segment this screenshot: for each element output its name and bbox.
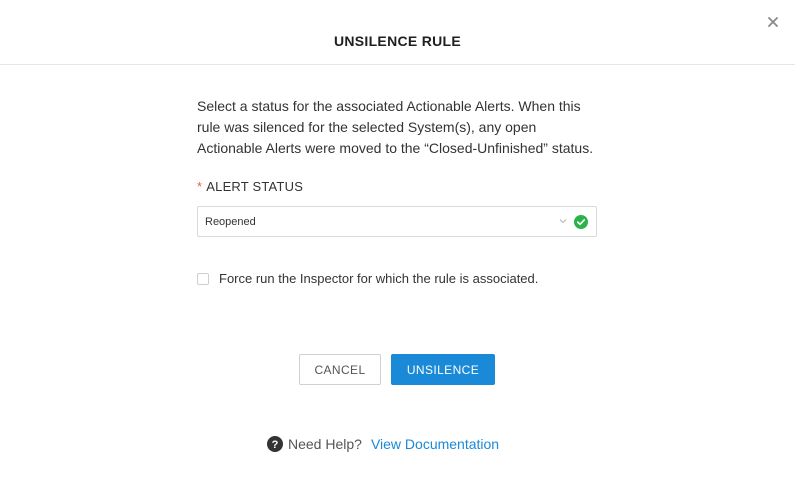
svg-text:?: ?	[272, 439, 279, 451]
alert-status-label: * ALERT STATUS	[197, 179, 597, 194]
description-text: Select a status for the associated Actio…	[197, 98, 594, 156]
required-marker: *	[197, 179, 203, 194]
alert-status-selected-value: Reopened	[205, 215, 256, 228]
check-circle-icon	[574, 215, 588, 229]
question-circle-icon: ?	[267, 436, 283, 452]
force-run-checkbox[interactable]	[197, 272, 209, 285]
unsilence-button[interactable]: UNSILENCE	[391, 354, 495, 385]
cancel-button[interactable]: CANCEL	[299, 354, 381, 385]
force-run-label[interactable]: Force run the Inspector for which the ru…	[219, 271, 538, 286]
unsilence-rule-dialog: UNSILENCE RULE Select a status for the a…	[0, 0, 795, 500]
dialog-header: UNSILENCE RULE	[0, 0, 795, 65]
chevron-down-icon	[559, 219, 567, 224]
alert-status-select[interactable]: Reopened	[197, 206, 597, 237]
force-run-option: Force run the Inspector for which the ru…	[197, 271, 597, 286]
help-section: ? Need Help? View Documentation	[267, 436, 499, 452]
dialog-title: UNSILENCE RULE	[333, 33, 462, 49]
help-text: Need Help?	[288, 436, 362, 452]
dialog-actions: CANCEL UNSILENCE	[299, 354, 495, 385]
alert-status-label-text: ALERT STATUS	[206, 179, 304, 194]
view-documentation-link[interactable]: View Documentation	[371, 436, 499, 452]
close-button[interactable]	[764, 13, 782, 31]
dialog-body: Select a status for the associated Actio…	[197, 96, 597, 286]
close-icon	[768, 17, 778, 27]
